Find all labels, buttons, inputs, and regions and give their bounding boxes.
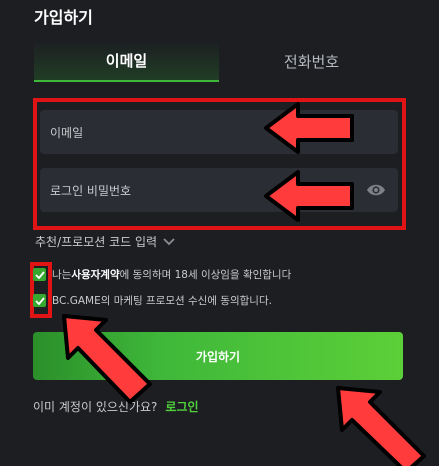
annotation-arrow-password [264,170,354,222]
marketing-checkbox-row: BC.GAME의 마케팅 프로모션 수신에 동의합니다. [33,293,272,308]
marketing-label: BC.GAME의 마케팅 프로모션 수신에 동의합니다. [52,295,272,307]
promo-code-label: 추천/프로모션 코드 입력 [35,235,158,249]
annotation-arrow-checkbox [62,314,152,404]
marketing-checkbox[interactable] [33,294,46,307]
terms-checkbox-row: 나는 사용자계약 에 동의하며 18세 이상임을 확인합니다 [33,267,291,282]
tab-bar: 이메일 전화번호 [34,40,404,82]
terms-prefix: 나는 [52,269,72,281]
annotation-arrow-email [264,102,354,154]
terms-checkbox[interactable] [33,268,46,281]
login-link[interactable]: 로그인 [165,398,198,415]
annotation-arrow-signup [336,386,426,466]
password-placeholder: 로그인 비밀번호 [50,183,132,198]
email-placeholder: 이메일 [50,125,84,140]
eye-icon[interactable] [366,181,386,199]
tab-email[interactable]: 이메일 [34,40,219,82]
chevron-down-icon [163,237,175,245]
tab-phone[interactable]: 전화번호 [219,40,404,82]
promo-code-toggle[interactable]: 추천/프로모션 코드 입력 [35,233,175,250]
terms-link[interactable]: 사용자계약 [71,267,119,282]
terms-suffix: 에 동의하며 18세 이상임을 확인합니다 [119,269,292,281]
page-title: 가입하기 [34,8,93,27]
